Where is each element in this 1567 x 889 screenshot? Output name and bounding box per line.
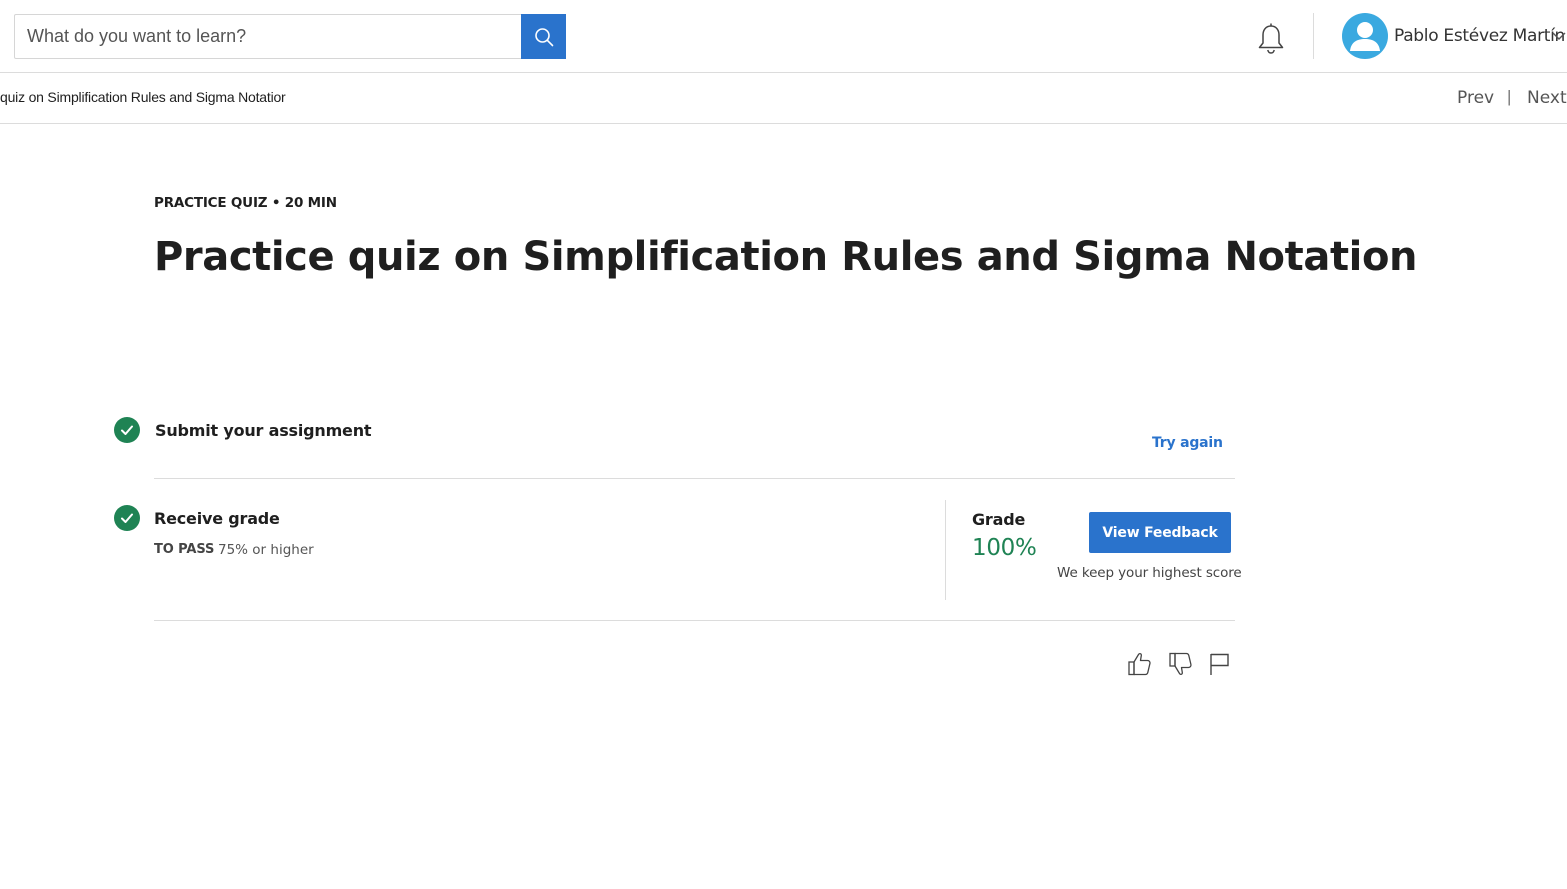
user-name[interactable]: Pablo Estévez Martín xyxy=(1394,26,1565,46)
prev-button[interactable]: Prev xyxy=(1457,88,1494,108)
search-input[interactable] xyxy=(15,15,521,58)
divider xyxy=(154,478,1235,479)
nav-separator: | xyxy=(1507,87,1512,106)
page-title: Practice quiz on Simplification Rules an… xyxy=(154,234,1418,280)
thumbs-down-icon[interactable] xyxy=(1168,650,1194,678)
bell-icon[interactable] xyxy=(1255,22,1287,56)
grade-step-title: Receive grade xyxy=(154,509,280,528)
top-header: Pablo Estévez Martín xyxy=(0,0,1567,73)
grade-divider xyxy=(945,500,946,600)
search-bar xyxy=(14,14,566,59)
search-icon xyxy=(534,27,553,46)
breadcrumb: quiz on Simplification Rules and Sigma N… xyxy=(0,89,286,105)
thumbs-up-icon[interactable] xyxy=(1127,650,1153,678)
check-icon xyxy=(114,505,140,531)
flag-icon[interactable] xyxy=(1207,650,1233,678)
quiz-eyebrow: PRACTICE QUIZ • 20 MIN xyxy=(154,195,337,211)
divider xyxy=(154,620,1235,621)
highest-score-note: We keep your highest score xyxy=(1057,565,1242,581)
header-divider xyxy=(1313,13,1314,59)
check-icon xyxy=(114,417,140,443)
grade-label: Grade xyxy=(972,510,1026,529)
chevron-down-icon[interactable] xyxy=(1552,30,1566,42)
grade-value: 100% xyxy=(972,535,1037,561)
try-again-link[interactable]: Try again xyxy=(1152,435,1223,451)
next-button[interactable]: Next xyxy=(1527,88,1567,108)
search-button[interactable] xyxy=(521,14,566,59)
view-feedback-button[interactable]: View Feedback xyxy=(1089,512,1231,553)
submit-step-title: Submit your assignment xyxy=(155,421,372,440)
user-avatar-icon[interactable] xyxy=(1342,13,1388,59)
pass-label: TO PASS xyxy=(154,542,215,557)
pass-threshold: 75% or higher xyxy=(218,542,314,558)
breadcrumb-bar: quiz on Simplification Rules and Sigma N… xyxy=(0,73,1567,124)
